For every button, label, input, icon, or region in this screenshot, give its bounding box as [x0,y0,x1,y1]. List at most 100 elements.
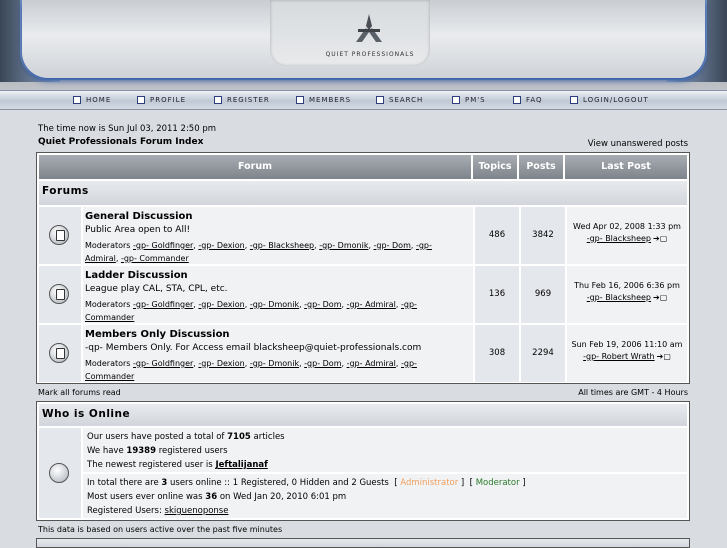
forum-icon-cell [39,266,81,323]
current-time: The time now is Sun Jul 03, 2011 2:50 pm [38,124,216,134]
forum-row: General Discussion Public Area open to A… [39,207,687,264]
moderator-link[interactable]: -gp- Admiral [347,300,396,309]
moderator-link[interactable]: -gp- Dmonik [250,359,299,368]
total-online-line: In total there are 3 users online :: 1 R… [87,478,526,488]
last-post-user-link[interactable]: -gp- Blacksheep [587,234,651,243]
moderator-link[interactable]: -gp- Dmonik [319,241,368,250]
last-post-date: Wed Apr 02, 2008 1:33 pm [573,222,681,231]
forum-body: Members Only Discussion -qp- Members Onl… [83,325,473,382]
last-post-date: Sun Feb 19, 2006 11:10 am [571,340,683,349]
who-is-online-header: Who is Online [39,404,687,426]
most-count: 36 [205,492,218,502]
nav-label: FAQ [526,96,543,104]
forum-body: Ladder Discussion League play CAL, STA, … [83,266,473,323]
home-icon [73,96,81,104]
col-header-topics: Topics [473,155,517,179]
forum-index-link[interactable]: Quiet Professionals Forum Index [38,137,203,147]
most-post: on Wed Jan 20, 2010 6:01 pm [219,492,347,502]
forum-moderators: Moderators -gp- Goldfinger, -gp- Dexion,… [85,241,432,263]
forum-row: Members Only Discussion -qp- Members Onl… [39,325,687,382]
nav-home[interactable]: HOME [73,94,111,106]
category-title[interactable]: Forums [42,185,89,197]
forum-name-link[interactable]: Ladder Discussion [85,270,188,281]
administrator-legend: Administrator [400,478,459,488]
moderator-link[interactable]: -gp- Goldfinger [133,300,193,309]
forum-description: -qp- Members Only. For Access email blac… [85,343,422,353]
moderator-link[interactable]: -gp- Admiral [347,359,396,368]
articles-post: articles [253,432,285,442]
moderator-link[interactable]: -gp- Dmonik [250,300,299,309]
newest-user-link[interactable]: Jeftalijanaf [215,460,267,470]
articles-count: 7105 [227,432,251,442]
moderator-link[interactable]: -gp- Dom [374,241,411,250]
total-post: users online :: 1 Registered, 0 Hidden a… [170,478,389,488]
forum-icon-cell [39,325,81,382]
last-post-date: Thu Feb 16, 2006 6:36 pm [574,281,680,290]
register-icon [214,96,222,104]
nav-pms[interactable]: PM'S [452,94,486,106]
mark-all-read-link[interactable]: Mark all forums read [38,388,121,397]
nav-search[interactable]: SEARCH [376,94,423,106]
moderator-link[interactable]: -gp- Goldfinger [133,359,193,368]
nav-label: PM'S [465,96,486,104]
moderator-link[interactable]: -gp- Goldfinger [133,241,193,250]
moderator-link[interactable]: -gp- Blacksheep [250,241,314,250]
last-post-user-wrap: -gp- Blacksheep ➔▢ [567,234,687,243]
view-unanswered-link[interactable]: View unanswered posts [588,139,688,149]
forum-folder-icon [49,225,69,245]
nav-label: PROFILE [150,96,187,104]
forum-folder-icon [49,284,69,304]
nav-profile[interactable]: PROFILE [137,94,186,106]
moderator-link[interactable]: -gp- Dom [304,359,341,368]
forum-description: League play CAL, STA, CPL, etc. [85,284,228,294]
header-banner: QUIET PROFESSIONALS [0,0,727,90]
who-is-online-title[interactable]: Who is Online [42,408,130,420]
moderators-label: Moderators [85,300,131,309]
last-post-user-wrap: -gp- Robert Wrath ➔▢ [567,352,687,361]
nav-faq[interactable]: FAQ [513,94,543,106]
nav-label: HOME [86,96,112,104]
last-post-user-link[interactable]: -gp- Robert Wrath [583,352,654,361]
forum-body: General Discussion Public Area open to A… [83,207,473,264]
users-post: registered users [158,446,228,456]
total-pre: In total there are [87,478,159,488]
forum-name-link[interactable]: Members Only Discussion [85,329,230,340]
topics-count: 308 [475,325,519,382]
forum-row: Ladder Discussion League play CAL, STA, … [39,266,687,323]
nav-bar: HOME PROFILE REGISTER MEMBERS SEARCH PM'… [0,90,727,110]
nav-members[interactable]: MEMBERS [296,94,351,106]
forum-name-link[interactable]: General Discussion [85,211,193,222]
category-row: Forums [39,181,687,205]
quiet-professionals-logo [356,14,382,42]
forum-folder-icon [49,343,69,363]
moderators-label: Moderators [85,359,131,368]
last-post-user-link[interactable]: -gp- Blacksheep [587,293,651,302]
nav-login-logout[interactable]: LOGIN/LOGOUT [570,94,649,106]
moderator-link[interactable]: -gp- Dexion [198,359,244,368]
registered-pre: Registered Users: [87,506,162,516]
posts-count: 2294 [521,325,565,382]
registered-users-line: Registered Users: skiguenoponse [87,506,228,516]
most-online-line: Most users ever online was 36 on Wed Jan… [87,492,346,502]
members-icon [296,96,304,104]
view-latest-post-icon[interactable]: ➔▢ [657,352,671,361]
view-latest-post-icon[interactable]: ➔▢ [653,293,667,302]
registered-user-link[interactable]: skiguenoponse [165,506,229,516]
online-now: In total there are 3 users online :: 1 R… [83,474,687,518]
profile-icon [137,96,145,104]
nav-label: SEARCH [389,96,424,104]
moderator-link[interactable]: -gp- Dexion [198,300,244,309]
users-count: 19389 [126,446,156,456]
users-line: We have 19389 registered users [87,446,228,456]
col-header-posts: Posts [519,155,563,179]
articles-line: Our users have posted a total of 7105 ar… [87,432,285,442]
nav-register[interactable]: REGISTER [214,94,270,106]
nav-label: LOGIN/LOGOUT [583,96,649,104]
newest-pre: The newest registered user is [87,460,213,470]
view-latest-post-icon[interactable]: ➔▢ [653,234,667,243]
moderator-link[interactable]: -gp- Dom [304,300,341,309]
moderator-link[interactable]: -gp- Commander [121,254,189,263]
moderator-link[interactable]: -gp- Dexion [198,241,244,250]
last-post-cell: Wed Apr 02, 2008 1:33 pm -gp- Blacksheep… [567,207,687,264]
moderator-legend: Moderator [475,478,520,488]
